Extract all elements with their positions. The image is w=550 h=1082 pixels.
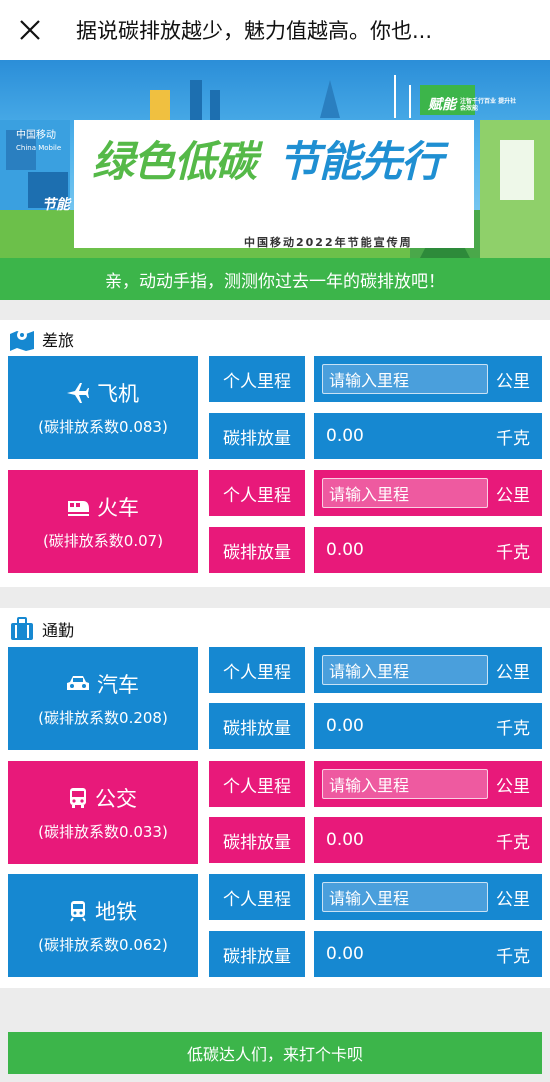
subtitle-bar: 亲，动动手指，测测你过去一年的碳排放吧！ [0, 258, 550, 300]
plane-mileage-field: 请输入里程 公里 [314, 356, 542, 402]
brand-cn: 中国移动 [16, 130, 56, 141]
bus-icon [70, 788, 86, 808]
train-emission-label: 碳排放量 [209, 527, 305, 573]
mode-subway-coef: (碳排放系数0.062) [38, 936, 168, 954]
tag-funeng-text: 注智千行百业 提升社会效能 [460, 98, 517, 112]
brand-logo: 中国移动 China Mobile [16, 130, 61, 154]
hero-slogan: 绿色低碳 节能先行 [92, 128, 443, 189]
subway-emission-unit: 千克 [496, 946, 530, 967]
train-mileage-input[interactable]: 请输入里程 [322, 478, 488, 508]
bus-mileage-label: 个人里程 [209, 761, 305, 807]
tag-jieneng-title: 节能 [42, 197, 70, 213]
mode-bus-coef: (碳排放系数0.033) [38, 823, 168, 841]
plane-emission-label: 碳排放量 [209, 413, 305, 459]
train-mileage-label: 个人里程 [209, 470, 305, 516]
subway-icon [70, 901, 86, 922]
car-emission-value: 0.00 [326, 716, 364, 736]
subway-emission-field: 0.00 千克 [314, 931, 542, 977]
check-in-button[interactable]: 低碳达人们，来打个卡呗 [8, 1032, 542, 1074]
brand-en: China Mobile [16, 144, 62, 152]
plane-mileage-input[interactable]: 请输入里程 [322, 364, 488, 394]
train-mileage-unit: 公里 [496, 485, 530, 506]
tag-clean-title: 洁能 [296, 217, 324, 233]
close-icon [20, 20, 40, 40]
mode-plane-coef: (碳排放系数0.083) [38, 418, 168, 436]
tag-clean-text: 加入能源变革 促动共同发展 [328, 218, 385, 232]
car-emission-label: 碳排放量 [209, 703, 305, 749]
car-mileage-field: 请输入里程 公里 [314, 647, 542, 693]
map-icon [10, 330, 34, 351]
car-emission-unit: 千克 [496, 718, 530, 739]
plane-mileage-unit: 公里 [496, 371, 530, 392]
bus-mileage-input[interactable]: 请输入里程 [322, 769, 488, 799]
train-icon [68, 501, 89, 516]
bus-mileage-unit: 公里 [496, 776, 530, 797]
mode-train-coef: (碳排放系数0.07) [42, 532, 164, 550]
tag-funeng-title: 赋能 [428, 97, 456, 113]
banner-image: 中国移动 China Mobile 绿色低碳 节能先行 中国移动2022年节能宣… [0, 60, 550, 258]
mode-train: 火车 (碳排放系数0.07) [8, 470, 198, 573]
bus-emission-label: 碳排放量 [209, 817, 305, 863]
top-bar: 据说碳排放越少，魅力值越高。你也... [0, 0, 550, 60]
plane-emission-unit: 千克 [496, 428, 530, 449]
tag-jieneng-text: 推动技术创新 引领节能降耗 [74, 198, 131, 212]
section-travel-title: 差旅 [42, 331, 75, 350]
mode-car-coef: (碳排放系数0.208) [38, 709, 168, 727]
mode-car-name: 汽车 [97, 673, 139, 697]
subway-mileage-label: 个人里程 [209, 874, 305, 920]
mode-car: 汽车 (碳排放系数0.208) [8, 647, 198, 750]
bus-emission-value: 0.00 [326, 830, 364, 850]
train-emission-field: 0.00 千克 [314, 527, 542, 573]
plane-mileage-label: 个人里程 [209, 356, 305, 402]
car-mileage-label: 个人里程 [209, 647, 305, 693]
subway-mileage-field: 请输入里程 公里 [314, 874, 542, 920]
briefcase-icon [11, 617, 33, 640]
car-emission-field: 0.00 千克 [314, 703, 542, 749]
mode-subway: 地铁 (碳排放系数0.062) [8, 874, 198, 977]
hero-left: 绿色低碳 [92, 137, 257, 186]
train-mileage-field: 请输入里程 公里 [314, 470, 542, 516]
close-button[interactable] [0, 0, 60, 60]
plane-emission-value: 0.00 [326, 426, 364, 446]
hero-right: 节能先行 [278, 137, 443, 186]
train-emission-unit: 千克 [496, 542, 530, 563]
mode-plane-name: 飞机 [97, 382, 139, 406]
bus-mileage-field: 请输入里程 公里 [314, 761, 542, 807]
tag-jieneng-clean: 洁能 加入能源变革 促动共同发展 [296, 214, 388, 234]
mode-bus: 公交 (碳排放系数0.033) [8, 761, 198, 864]
bus-emission-field: 0.00 千克 [314, 817, 542, 863]
section-travel-header: 差旅 [8, 326, 74, 352]
mode-train-name: 火车 [97, 496, 139, 520]
mode-bus-name: 公交 [95, 787, 137, 811]
section-commute-title: 通勤 [42, 621, 75, 640]
mode-subway-name: 地铁 [95, 900, 137, 924]
hero-subtitle: 中国移动2022年节能宣传周 [244, 236, 413, 249]
car-icon [67, 676, 89, 690]
car-mileage-input[interactable]: 请输入里程 [322, 655, 488, 685]
bus-emission-unit: 千克 [496, 832, 530, 853]
tag-jieneng: 节能 推动技术创新 引领节能降耗 [42, 194, 134, 214]
tag-funeng: 赋能 注智千行百业 提升社会效能 [428, 94, 520, 114]
page-title: 据说碳排放越少，魅力值越高。你也... [76, 19, 433, 43]
train-emission-value: 0.00 [326, 540, 364, 560]
plane-icon [67, 383, 89, 403]
subway-emission-label: 碳排放量 [209, 931, 305, 977]
plane-emission-field: 0.00 千克 [314, 413, 542, 459]
subway-mileage-unit: 公里 [496, 889, 530, 910]
subway-mileage-input[interactable]: 请输入里程 [322, 882, 488, 912]
mode-plane: 飞机 (碳排放系数0.083) [8, 356, 198, 459]
subway-emission-value: 0.00 [326, 944, 364, 964]
section-commute-header: 通勤 [8, 616, 74, 642]
car-mileage-unit: 公里 [496, 662, 530, 683]
